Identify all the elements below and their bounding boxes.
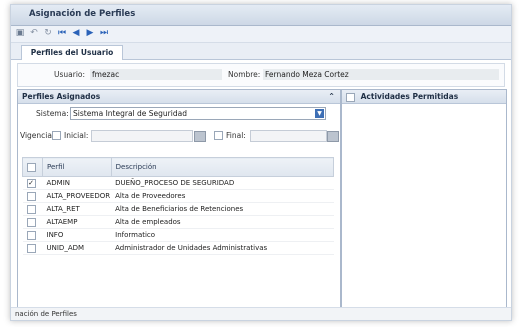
row-checkbox-cell[interactable] xyxy=(22,215,43,229)
row-checkbox[interactable] xyxy=(26,204,36,214)
table-header-row: Perfil Descripción xyxy=(22,157,335,177)
calendar-icon[interactable] xyxy=(194,131,206,142)
final-checkbox[interactable] xyxy=(214,131,223,140)
panel-header: Actividades Permitidas xyxy=(342,90,506,104)
select-all-checkbox[interactable] xyxy=(27,162,36,172)
nombre-label: Nombre: xyxy=(228,70,261,79)
descripcion-cell: Alta de Beneficiarios de Retenciones xyxy=(111,202,334,216)
perfiles-table: Perfil Descripción ✓ ADMIN DUEÑO_PROCESO D… xyxy=(22,157,335,255)
perfil-cell: ALTA_PROVEEDOR xyxy=(42,189,112,203)
perfil-cell: UNID_ADM xyxy=(42,241,112,255)
toolbar: ▣ ↶ ↻ ⏮ ◀ ▶ ⏭ xyxy=(11,26,511,43)
actividades-checkbox[interactable] xyxy=(346,92,355,102)
sistema-select[interactable]: Sistema Integral de Seguridad ▼ xyxy=(70,107,326,120)
descripcion-cell: Administrador de Unidades Administrativa… xyxy=(111,241,334,255)
collapse-icon[interactable]: ⌃ xyxy=(328,90,335,103)
window-title: Asignación de Perfiles xyxy=(29,9,136,19)
table-row[interactable]: INFO Informatico xyxy=(22,228,334,242)
descripcion-cell: Informatico xyxy=(111,228,334,242)
table-row[interactable]: ✓ ADMIN DUEÑO_PROCESO DE SEGURIDAD xyxy=(22,176,334,190)
inicial-date-field[interactable] xyxy=(91,130,193,142)
sistema-select-value: Sistema Integral de Seguridad xyxy=(73,109,187,118)
tab-strip: Perfiles del Usuario xyxy=(11,43,511,60)
table-row[interactable]: UNID_ADM Administrador de Unidades Admini… xyxy=(22,241,334,255)
row-checkbox[interactable] xyxy=(26,230,36,240)
perfil-cell: ADMIN xyxy=(42,176,112,190)
table-row[interactable]: ALTA_RET Alta de Beneficiarios de Retenci… xyxy=(22,202,334,216)
row-checkbox[interactable] xyxy=(26,191,36,201)
status-text: nación de Perfiles xyxy=(15,310,77,318)
sistema-label: Sistema: xyxy=(36,109,69,118)
panel-header: Perfiles Asignados ⌃ xyxy=(18,90,340,104)
title-bar: Asignación de Perfiles xyxy=(11,5,511,26)
perfil-cell: ALTAEMP xyxy=(42,215,112,229)
last-icon[interactable]: ⏭ xyxy=(99,28,109,38)
vigencia-label: Vigencia: xyxy=(20,131,55,140)
perfil-column-header[interactable]: Perfil xyxy=(42,157,112,177)
table-row[interactable]: ALTAEMP Alta de empleados xyxy=(22,215,334,229)
final-date-field[interactable] xyxy=(250,130,327,142)
table-row[interactable]: ALTA_PROVEEDOR Alta de Proveedores xyxy=(22,189,334,203)
actividades-permitidas-panel: Actividades Permitidas xyxy=(341,89,507,311)
save-icon[interactable]: ▣ xyxy=(15,28,25,38)
calendar-icon[interactable] xyxy=(327,131,339,142)
undo-icon[interactable]: ↶ xyxy=(29,28,39,38)
perfiles-asignados-panel: Perfiles Asignados ⌃ Sistema: Sistema In… xyxy=(17,89,341,311)
perfil-cell: INFO xyxy=(42,228,112,242)
row-checkbox[interactable]: ✓ xyxy=(26,178,36,188)
row-checkbox-cell[interactable] xyxy=(22,189,43,203)
panel-title: Actividades Permitidas xyxy=(360,92,459,101)
tab-perfiles-del-usuario[interactable]: Perfiles del Usuario xyxy=(21,45,123,60)
nombre-field: Fernando Meza Cortez xyxy=(263,69,499,80)
usuario-field: fmezac xyxy=(90,69,222,80)
final-label: Final: xyxy=(226,131,246,140)
usuario-label: Usuario: xyxy=(54,70,86,79)
row-checkbox[interactable] xyxy=(26,243,36,253)
first-icon[interactable]: ⏮ xyxy=(57,28,67,38)
select-all-checkbox-cell[interactable] xyxy=(22,157,43,177)
inicial-label: Inicial: xyxy=(64,131,89,140)
descripcion-cell: DUEÑO_PROCESO DE SEGURIDAD xyxy=(111,176,334,190)
panel-title: Perfiles Asignados xyxy=(22,92,101,101)
descripcion-column-header[interactable]: Descripción xyxy=(110,157,335,177)
row-checkbox[interactable] xyxy=(26,217,36,227)
row-checkbox-cell[interactable] xyxy=(22,202,43,216)
row-checkbox-cell[interactable]: ✓ xyxy=(22,176,43,190)
row-checkbox-cell[interactable] xyxy=(22,228,43,242)
refresh-icon[interactable]: ↻ xyxy=(43,28,53,38)
row-checkbox-cell[interactable] xyxy=(22,241,43,255)
perfil-cell: ALTA_RET xyxy=(42,202,112,216)
app-window: Asignación de Perfiles ▣ ↶ ↻ ⏮ ◀ ▶ ⏭ Per… xyxy=(10,4,512,321)
descripcion-cell: Alta de Proveedores xyxy=(111,189,334,203)
status-bar: nación de Perfiles xyxy=(11,307,511,320)
prev-icon[interactable]: ◀ xyxy=(71,28,81,38)
next-icon[interactable]: ▶ xyxy=(85,28,95,38)
inicial-checkbox[interactable] xyxy=(52,131,61,140)
descripcion-cell: Alta de empleados xyxy=(111,215,334,229)
user-info-box: Usuario: fmezac Nombre: Fernando Meza Co… xyxy=(17,63,505,87)
chevron-down-icon[interactable]: ▼ xyxy=(315,109,324,118)
